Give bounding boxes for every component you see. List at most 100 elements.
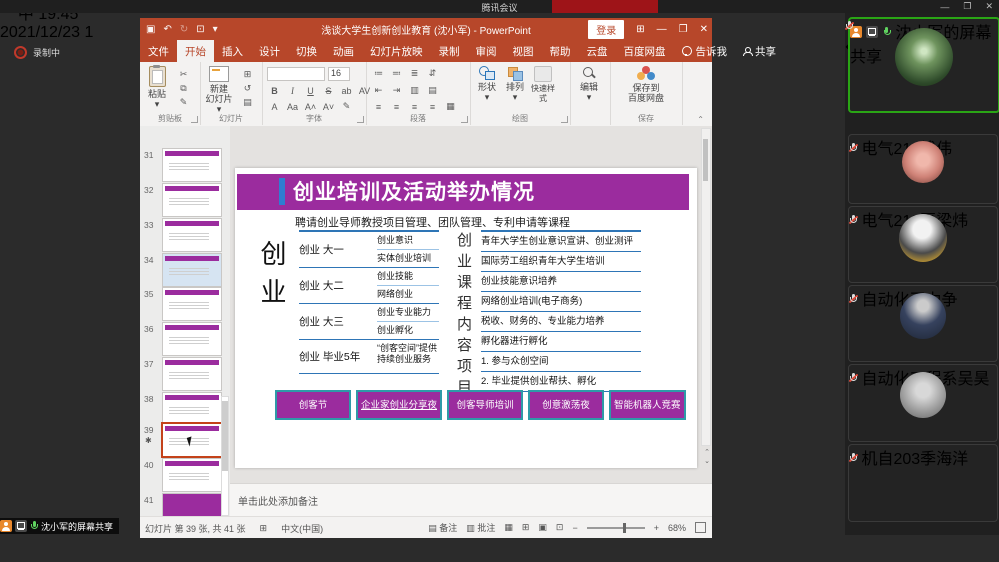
thumbnail-slide-35[interactable]: 35 — [140, 287, 230, 321]
thumbnail-slide-36[interactable]: 36 — [140, 322, 230, 356]
ribbon-display-icon[interactable]: ⊞ — [636, 24, 644, 35]
text-shadow-icon[interactable]: ab — [339, 84, 354, 97]
tab-animations[interactable]: 动画 — [325, 40, 362, 62]
thumbnail-slide-37[interactable]: 37 — [140, 357, 230, 391]
line-spacing-icon[interactable]: ≣ — [407, 67, 422, 80]
participant-tile[interactable]: 自动化王力争 — [848, 285, 998, 362]
collapse-ribbon-icon[interactable]: ⌃ — [697, 115, 704, 124]
case-icon[interactable]: Aa — [285, 100, 300, 113]
reset-icon[interactable]: ↺ — [240, 82, 255, 95]
thumbnail-slide-40[interactable]: 40 — [140, 458, 230, 492]
tab-insert[interactable]: 插入 — [214, 40, 251, 62]
tab-file[interactable]: 文件 — [140, 40, 177, 62]
strikethrough-icon[interactable]: S — [321, 84, 336, 97]
tab-help[interactable]: 帮助 — [542, 40, 579, 62]
tab-baidu-netdisk[interactable]: 百度网盘 — [616, 40, 674, 62]
slide-canvas[interactable]: 创业培训及活动举办情况 聘请创业导师教授项目管理、团队管理、专利申请等课程 创业… — [235, 168, 697, 468]
editing-button[interactable]: 编辑▾ — [576, 66, 602, 102]
font-dialog-launcher[interactable] — [357, 116, 364, 123]
participant-tile[interactable]: 电气213钱伟 — [848, 134, 998, 204]
paragraph-dialog-launcher[interactable] — [461, 116, 468, 123]
normal-view-icon[interactable]: ▦ — [504, 522, 513, 533]
close-icon[interactable]: ✕ — [985, 1, 993, 12]
previous-slide-button[interactable]: ⌃⌄ — [702, 448, 712, 466]
minimize-icon[interactable]: — — [940, 2, 949, 12]
save-to-baidu-button[interactable]: 保存到 百度网盘 — [624, 66, 668, 103]
clipboard-dialog-launcher[interactable] — [191, 116, 198, 123]
login-button[interactable]: 登录 — [588, 20, 624, 39]
tab-transitions[interactable]: 切换 — [288, 40, 325, 62]
shrink-font-icon[interactable]: A˅ — [321, 100, 336, 113]
font-name-combobox[interactable] — [267, 67, 325, 81]
tab-slideshow[interactable]: 幻灯片放映 — [362, 40, 431, 62]
action-center-icon[interactable]: 1 — [85, 24, 94, 41]
slide-sorter-icon[interactable]: ⊞ — [522, 522, 530, 533]
ppt-restore-icon[interactable]: ❐ — [679, 24, 688, 35]
thumbnail-slide-39-selected[interactable]: 39 ✱ — [140, 423, 230, 457]
notes-toggle[interactable]: ▤ 备注 — [428, 521, 457, 534]
cut-icon[interactable]: ✂ — [176, 68, 191, 81]
thumbnail-slide-38[interactable]: 38 — [140, 392, 230, 426]
slideshow-view-icon[interactable]: ⊡ — [556, 522, 564, 533]
underline-icon[interactable]: U — [303, 84, 318, 97]
shapes-button[interactable]: 形状▾ — [474, 66, 500, 102]
slide-thumbnail-panel[interactable]: 31 32 33 34 35 36 37 38 39 ✱ 40 — [140, 126, 231, 516]
thumbnail-slide-31[interactable]: 31 — [140, 148, 230, 182]
zoom-slider[interactable] — [587, 527, 645, 529]
paste-button[interactable]: 粘贴▾ — [144, 66, 170, 109]
participant-tile[interactable]: 电气213夏梁炜 — [848, 206, 998, 283]
tab-cloud[interactable]: 云盘 — [579, 40, 616, 62]
increase-indent-icon[interactable]: ⇥ — [389, 84, 404, 97]
bullets-icon[interactable]: ≔ — [371, 67, 386, 80]
align-right-icon[interactable]: ≡ — [407, 100, 422, 113]
thumbnail-slide-34[interactable]: 34 — [140, 253, 230, 287]
tab-home[interactable]: 开始 — [177, 40, 214, 62]
slide-scrollbar[interactable] — [701, 128, 711, 446]
notes-pane[interactable]: 单击此处添加备注 — [230, 483, 712, 517]
clear-format-icon[interactable]: ✎ — [339, 100, 354, 113]
grow-font-icon[interactable]: A˄ — [303, 100, 318, 113]
tab-record[interactable]: 录制 — [431, 40, 468, 62]
quick-styles-button[interactable]: 快速样式 — [528, 66, 558, 104]
bold-icon[interactable]: B — [267, 84, 282, 97]
decrease-indent-icon[interactable]: ⇤ — [371, 84, 386, 97]
share-button[interactable]: 共享 — [735, 40, 784, 62]
participant-tile-sharer[interactable]: 沈小军的屏幕共享 — [848, 17, 999, 113]
tab-design[interactable]: 设计 — [251, 40, 288, 62]
format-painter-icon[interactable]: ✎ — [176, 96, 191, 109]
columns-icon[interactable]: ▥ — [407, 84, 422, 97]
layout-icon[interactable]: ⊞ — [240, 68, 255, 81]
ppt-close-icon[interactable]: ✕ — [700, 24, 708, 35]
thumbnail-scrollbar[interactable] — [221, 396, 229, 516]
arrange-button[interactable]: 排列▾ — [502, 66, 528, 102]
font-size-combobox[interactable]: 16 — [328, 67, 350, 81]
maximize-icon[interactable]: ❐ — [963, 1, 971, 12]
align-left-icon[interactable]: ≡ — [371, 100, 386, 113]
section-icon[interactable]: ▤ — [240, 96, 255, 109]
fit-slide-icon[interactable] — [695, 522, 706, 533]
tab-review[interactable]: 审阅 — [468, 40, 505, 62]
tell-me-button[interactable]: 告诉我 — [674, 40, 736, 62]
italic-icon[interactable]: I — [285, 84, 300, 97]
reading-view-icon[interactable]: ▣ — [538, 522, 547, 533]
drawing-dialog-launcher[interactable] — [561, 116, 568, 123]
justify-icon[interactable]: ≡ — [425, 100, 440, 113]
spellcheck-icon[interactable]: ⊞ — [260, 523, 268, 534]
new-slide-button[interactable]: 新建 幻灯片 ▾ — [204, 66, 234, 114]
align-text-icon[interactable]: ▤ — [425, 84, 440, 97]
ppt-minimize-icon[interactable]: — — [657, 24, 667, 35]
copy-icon[interactable]: ⧉ — [176, 82, 191, 95]
comments-toggle[interactable]: ▥ 批注 — [466, 521, 495, 534]
notes-placeholder[interactable]: 单击此处添加备注 — [238, 493, 318, 508]
participant-tile[interactable]: 自动化工程系吴昊 — [848, 364, 998, 442]
zoom-in-icon[interactable]: + — [654, 523, 659, 533]
tab-view[interactable]: 视图 — [505, 40, 542, 62]
numbering-icon[interactable]: ≕ — [389, 67, 404, 80]
zoom-out-icon[interactable]: − — [572, 523, 577, 533]
text-direction-icon[interactable]: ⇵ — [425, 67, 440, 80]
smartart-icon[interactable]: ▦ — [443, 100, 458, 113]
font-color-icon[interactable]: A — [267, 100, 282, 113]
thumbnail-slide-32[interactable]: 32 — [140, 183, 230, 217]
zoom-level[interactable]: 68% — [668, 523, 686, 533]
thumbnail-slide-33[interactable]: 33 — [140, 218, 230, 252]
